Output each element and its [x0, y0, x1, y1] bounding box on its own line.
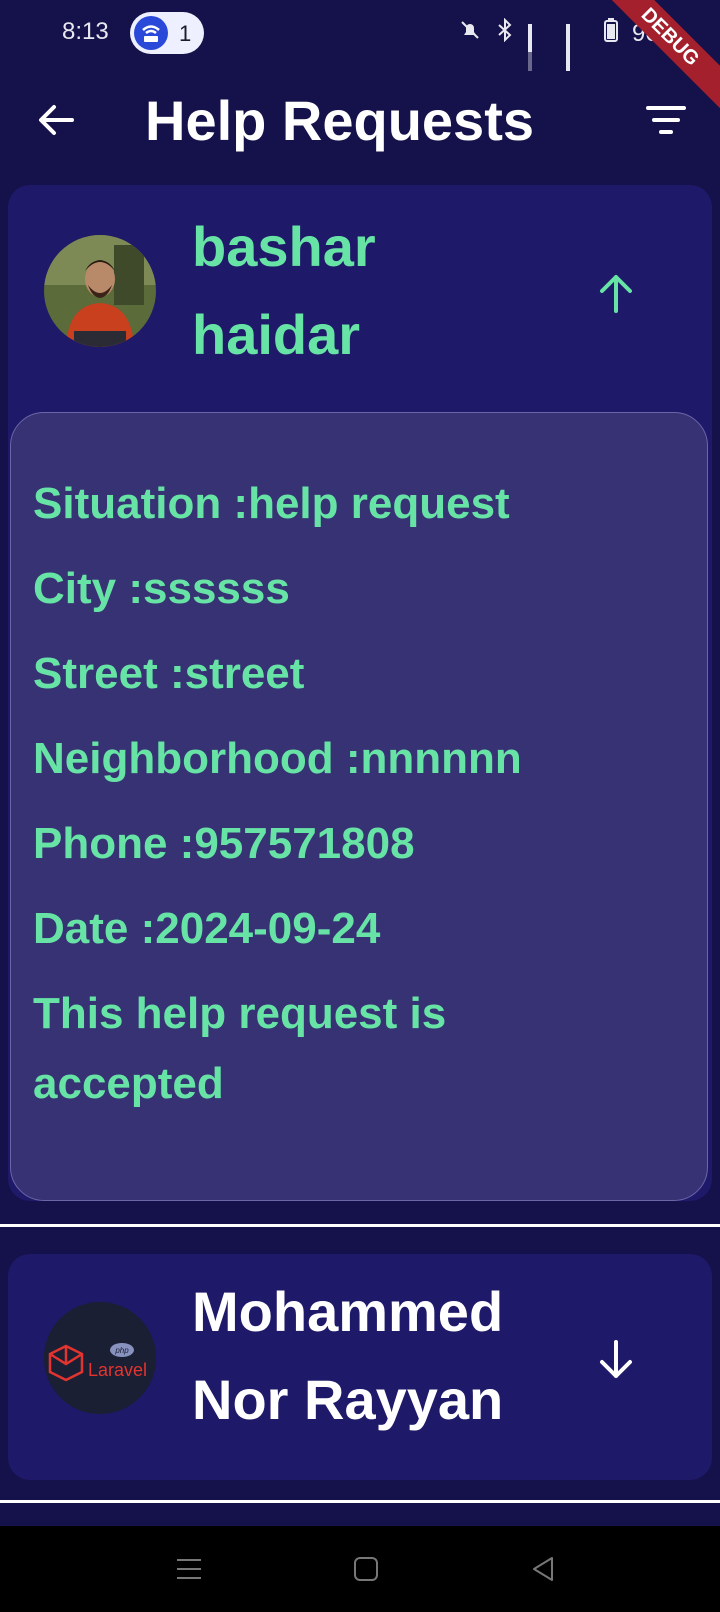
- signal-icon-1: [527, 23, 552, 71]
- filter-button[interactable]: [644, 98, 688, 142]
- neighborhood-text: Neighborhood :nnnnnn: [33, 734, 522, 783]
- notification-count: 1: [179, 21, 192, 46]
- first-name: Mohammed: [192, 1280, 504, 1343]
- battery-icon: [603, 18, 618, 49]
- status-text-line2: accepted: [33, 1059, 224, 1108]
- first-name: bashar: [192, 215, 376, 278]
- hotspot-icon: [134, 16, 168, 50]
- requester-name: bashar haidar: [192, 203, 376, 379]
- last-name: haidar: [192, 303, 361, 366]
- hotspot-indicator[interactable]: 1: [130, 12, 204, 54]
- city-text: City :ssssss: [33, 564, 290, 613]
- status-bar: 8:13 1 96% DEBUG: [0, 0, 720, 112]
- avatar: [44, 235, 156, 347]
- app-bar: Help Requests: [0, 66, 720, 176]
- divider: [0, 1500, 720, 1503]
- street-text: Street :street: [33, 649, 305, 698]
- recent-apps-button[interactable]: [174, 1554, 204, 1584]
- filter-icon: [646, 106, 686, 134]
- laravel-logo-text: Laravel: [88, 1360, 147, 1380]
- square-icon: [354, 1557, 378, 1581]
- page-title: Help Requests: [145, 89, 534, 152]
- arrow-up-icon: [600, 275, 632, 313]
- last-name: Nor Rayyan: [192, 1368, 504, 1431]
- system-navigation-bar: [0, 1526, 720, 1612]
- request-details-panel: Situation :help request City :ssssss Str…: [10, 412, 708, 1201]
- avatar: php Laravel: [44, 1302, 156, 1414]
- menu-icon: [177, 1559, 201, 1579]
- request-card[interactable]: bashar haidar Situation :help request Ci…: [8, 185, 712, 1201]
- system-back-button[interactable]: [528, 1554, 558, 1584]
- back-button[interactable]: [32, 96, 80, 144]
- status-time: 8:13: [62, 18, 109, 45]
- triangle-back-icon: [533, 1557, 553, 1581]
- php-badge-text: php: [114, 1346, 129, 1355]
- requester-name: Mohammed Nor Rayyan: [192, 1268, 503, 1444]
- home-button[interactable]: [351, 1554, 381, 1584]
- date-text: Date :2024-09-24: [33, 904, 381, 953]
- arrow-down-icon: [600, 1340, 632, 1378]
- expand-button[interactable]: [592, 1336, 640, 1384]
- situation-text: Situation :help request: [33, 479, 510, 528]
- collapse-button[interactable]: [592, 269, 640, 317]
- arrow-left-icon: [39, 105, 74, 135]
- phone-text: Phone :957571808: [33, 819, 415, 868]
- signal-icon-2: [565, 23, 590, 71]
- status-text-line1: This help request is: [33, 989, 447, 1038]
- bluetooth-icon: [496, 17, 514, 49]
- mute-icon: [458, 18, 482, 49]
- request-card[interactable]: php Laravel Mohammed Nor Rayyan: [8, 1254, 712, 1480]
- divider: [0, 1224, 720, 1227]
